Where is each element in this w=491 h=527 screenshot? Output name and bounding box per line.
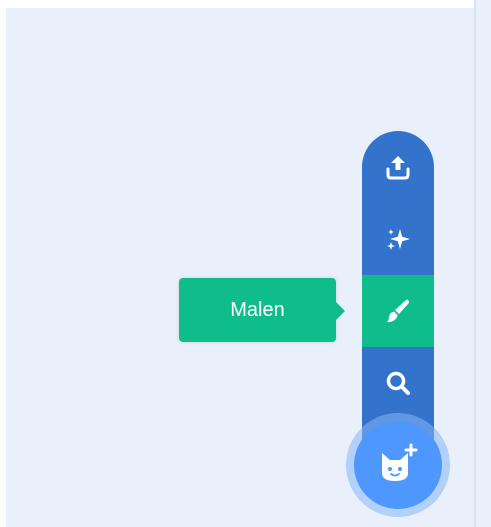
sparkle-icon xyxy=(387,229,410,250)
stage-pane-edge xyxy=(476,0,491,527)
tooltip-arrow xyxy=(336,302,345,320)
search-sprite-button[interactable] xyxy=(362,347,434,419)
cat-plus-icon xyxy=(382,443,418,481)
surprise-sprite-button[interactable] xyxy=(362,203,434,275)
paint-tooltip: Malen xyxy=(179,278,336,342)
choose-sprite-button[interactable] xyxy=(354,421,442,509)
tooltip-label: Malen xyxy=(230,298,285,321)
paintbrush-icon xyxy=(387,299,409,323)
paint-sprite-button[interactable] xyxy=(362,275,434,347)
upload-sprite-button[interactable] xyxy=(362,131,434,203)
upload-icon xyxy=(386,156,410,180)
search-icon xyxy=(386,371,410,395)
